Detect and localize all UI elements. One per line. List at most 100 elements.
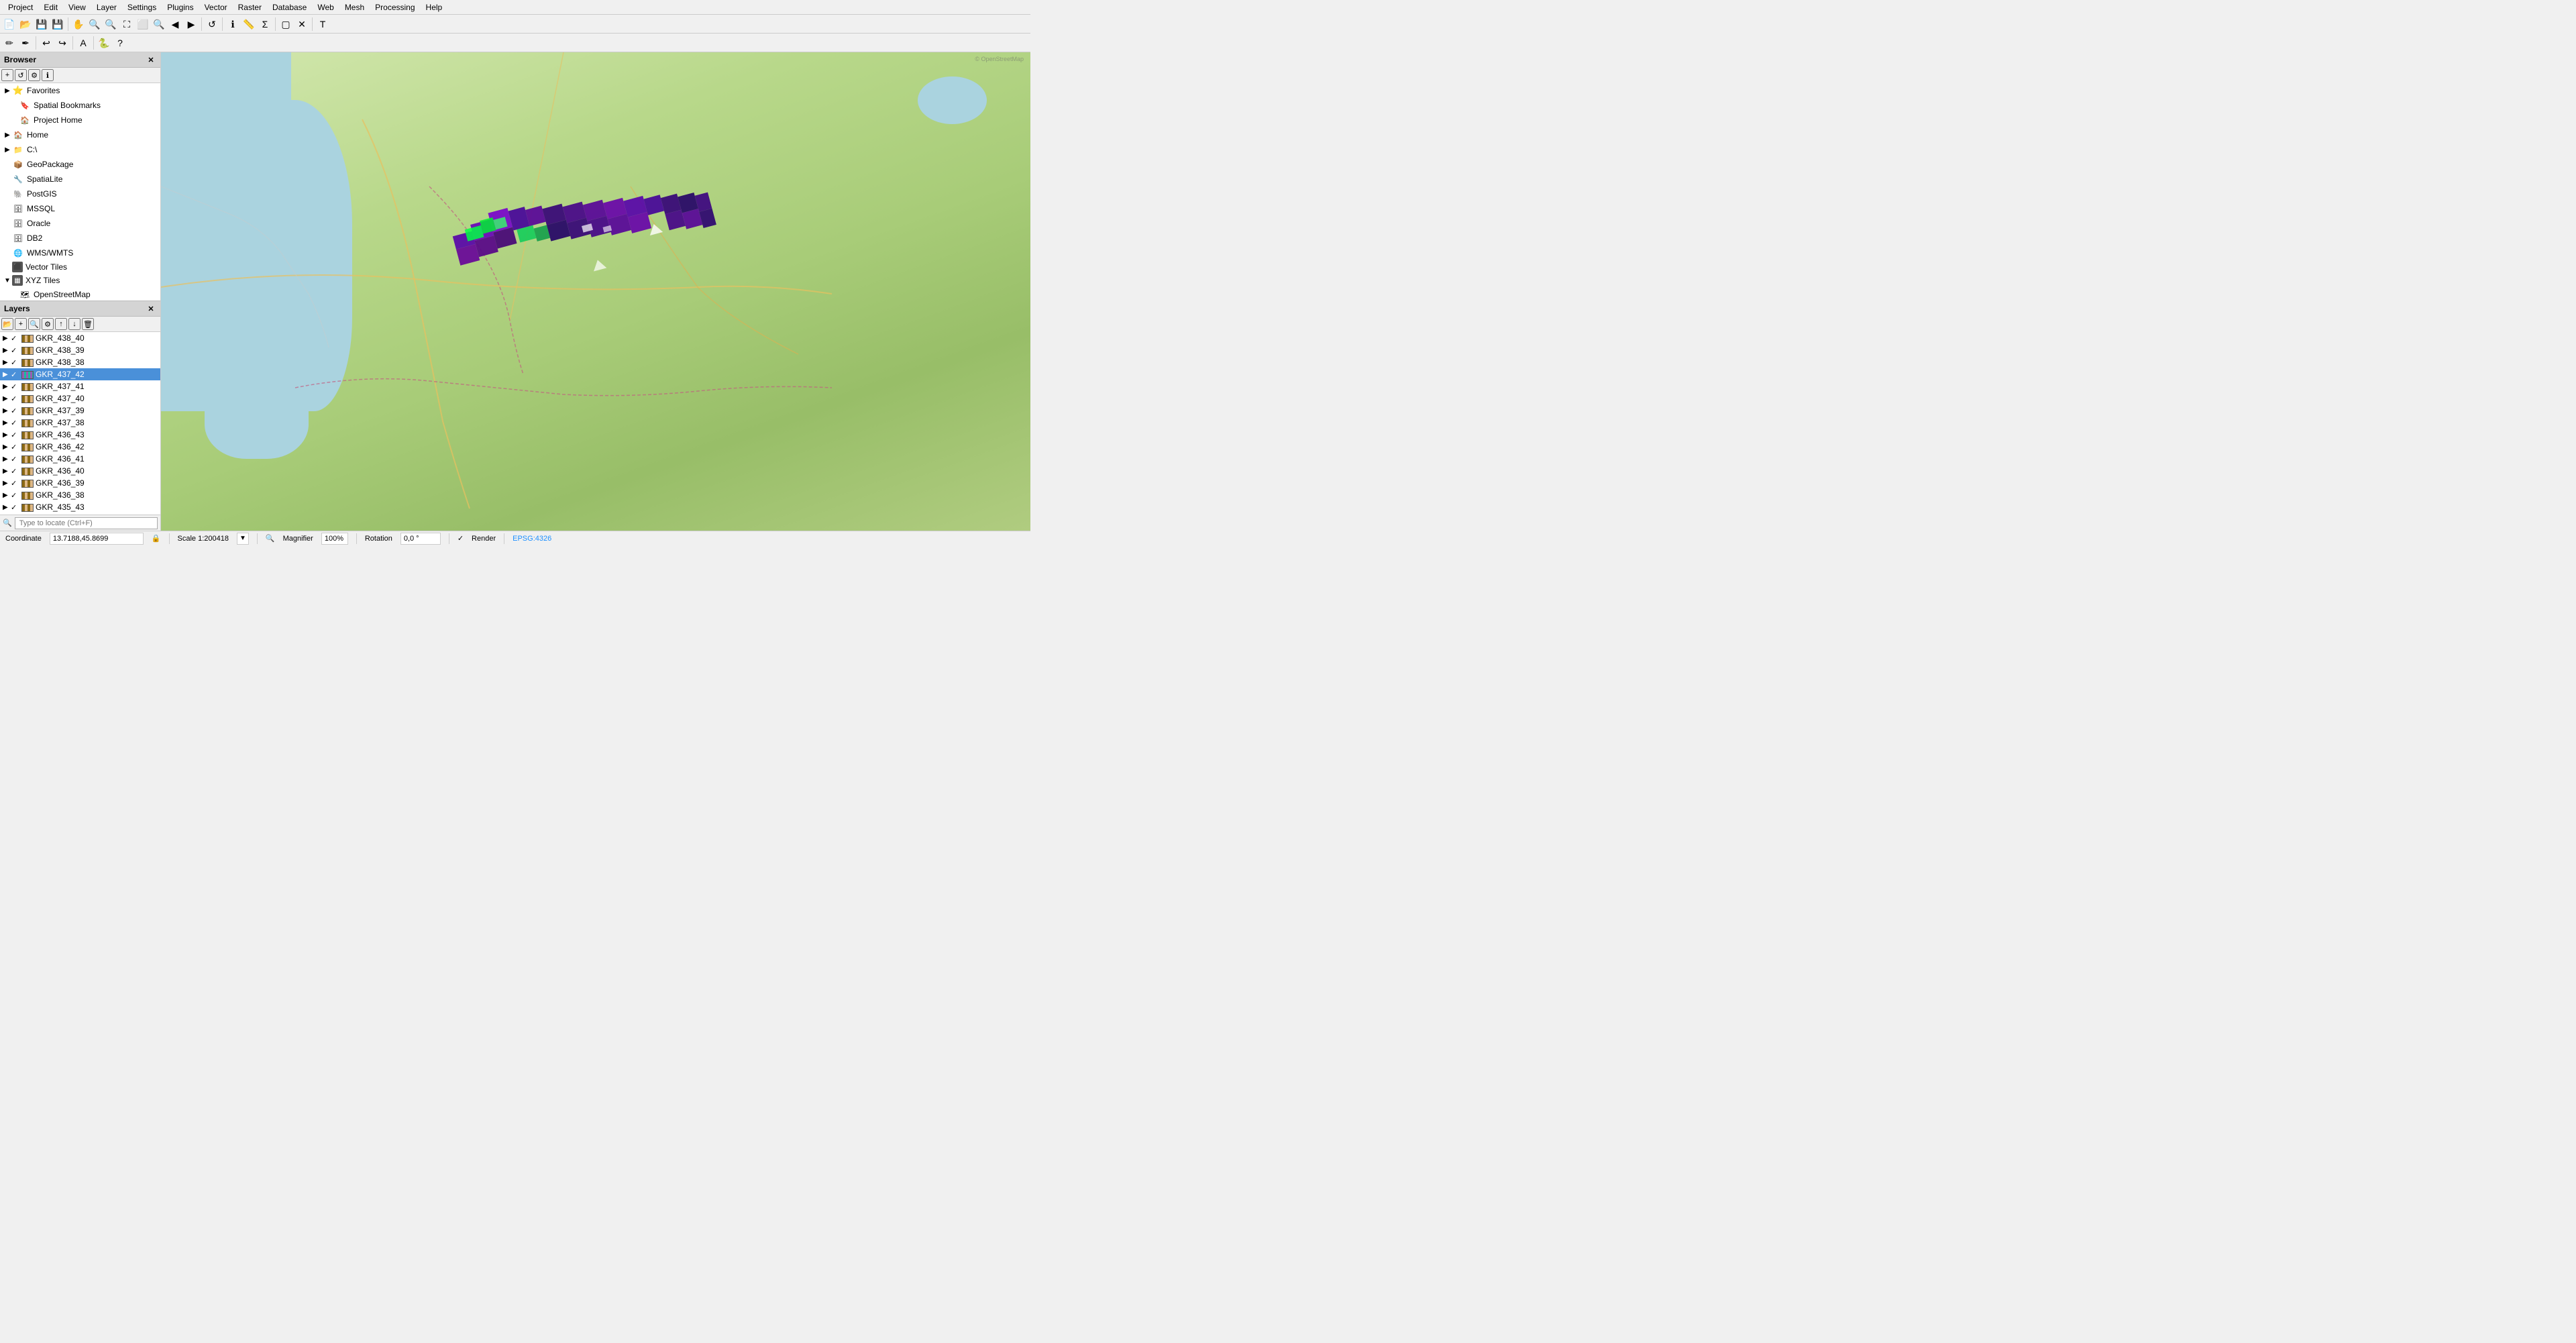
layer-item-gkr-436-41[interactable]: ▶ ✓ GKR_436_41 bbox=[0, 453, 160, 465]
layer-check-icon[interactable]: ✓ bbox=[11, 346, 21, 355]
layer-check-icon[interactable]: ✓ bbox=[11, 431, 21, 439]
label-btn[interactable]: A bbox=[76, 36, 91, 50]
tree-item-xyz-tiles[interactable]: ▼ ▦ XYZ Tiles bbox=[0, 274, 160, 287]
layer-item-gkr-436-39[interactable]: ▶ ✓ GKR_436_39 bbox=[0, 477, 160, 489]
layer-check-icon[interactable]: ✓ bbox=[11, 370, 21, 379]
zoom-layer-btn[interactable]: ⬜ bbox=[136, 17, 150, 32]
deselect-btn[interactable]: ✕ bbox=[294, 17, 309, 32]
tree-item-home[interactable]: ▶ 🏠 Home bbox=[0, 127, 160, 142]
python-btn[interactable]: 🐍 bbox=[97, 36, 111, 50]
layers-up-btn[interactable]: ↑ bbox=[55, 318, 67, 330]
tree-item-postgis[interactable]: 🐘 PostGIS bbox=[0, 186, 160, 201]
save-as-btn[interactable]: 💾 bbox=[50, 17, 65, 32]
menu-edit[interactable]: Edit bbox=[38, 1, 63, 13]
layers-down-btn[interactable]: ↓ bbox=[68, 318, 80, 330]
browser-info-btn[interactable]: ℹ bbox=[42, 69, 54, 81]
zoom-prev-btn[interactable]: ◀ bbox=[168, 17, 182, 32]
layer-item-gkr-438-40[interactable]: ▶ ✓ GKR_438_40 bbox=[0, 332, 160, 344]
layers-remove-btn[interactable]: 🗑 bbox=[82, 318, 94, 330]
identify-btn[interactable]: ℹ bbox=[225, 17, 240, 32]
open-btn[interactable]: 📂 bbox=[18, 17, 33, 32]
menu-vector[interactable]: Vector bbox=[199, 1, 233, 13]
layer-check-icon[interactable]: ✓ bbox=[11, 334, 21, 343]
browser-filter-btn[interactable]: ⚙ bbox=[28, 69, 40, 81]
layer-item-gkr-437-40[interactable]: ▶ ✓ GKR_437_40 bbox=[0, 392, 160, 405]
layers-add-btn[interactable]: + bbox=[15, 318, 27, 330]
layer-check-icon[interactable]: ✓ bbox=[11, 503, 21, 512]
menu-settings[interactable]: Settings bbox=[122, 1, 162, 13]
layers-close-icon[interactable]: ✕ bbox=[146, 303, 156, 314]
layer-item-gkr-436-40[interactable]: ▶ ✓ GKR_436_40 bbox=[0, 465, 160, 477]
layer-check-icon[interactable]: ✓ bbox=[11, 358, 21, 367]
epsg-label[interactable]: EPSG:4326 bbox=[513, 535, 551, 543]
layer-check-icon[interactable]: ✓ bbox=[11, 491, 21, 500]
menu-view[interactable]: View bbox=[63, 1, 91, 13]
menu-mesh[interactable]: Mesh bbox=[339, 1, 370, 13]
tree-item-favorites[interactable]: ▶ ⭐ Favorites bbox=[0, 83, 160, 98]
new-project-btn[interactable]: 📄 bbox=[2, 17, 17, 32]
locate-input[interactable] bbox=[15, 517, 158, 529]
redo-btn[interactable]: ↪ bbox=[55, 36, 70, 50]
menu-database[interactable]: Database bbox=[267, 1, 312, 13]
map-area[interactable]: © OpenStreetMap bbox=[161, 52, 1030, 531]
layer-item-gkr-438-38[interactable]: ▶ ✓ GKR_438_38 bbox=[0, 356, 160, 368]
layer-check-icon[interactable]: ✓ bbox=[11, 479, 21, 488]
menu-processing[interactable]: Processing bbox=[370, 1, 420, 13]
statistic-btn[interactable]: Σ bbox=[258, 17, 272, 32]
tree-item-oracle[interactable]: 🗄 Oracle bbox=[0, 216, 160, 231]
rotation-input[interactable] bbox=[400, 533, 441, 545]
tree-item-db2[interactable]: 🗄 DB2 bbox=[0, 231, 160, 246]
tree-item-c-drive[interactable]: ▶ 📁 C:\ bbox=[0, 142, 160, 157]
tree-item-spatial-bookmarks[interactable]: 🔖 Spatial Bookmarks bbox=[0, 98, 160, 113]
zoom-in-btn[interactable]: 🔍 bbox=[87, 17, 102, 32]
help-btn[interactable]: ? bbox=[113, 36, 127, 50]
menu-plugins[interactable]: Plugins bbox=[162, 1, 199, 13]
refresh-btn[interactable]: ↺ bbox=[205, 17, 219, 32]
layer-item-gkr-437-39[interactable]: ▶ ✓ GKR_437_39 bbox=[0, 405, 160, 417]
coordinate-input[interactable] bbox=[50, 533, 144, 545]
pan-btn[interactable]: ✋ bbox=[71, 17, 86, 32]
tree-item-mssql[interactable]: 🗄 MSSQL bbox=[0, 201, 160, 216]
layer-item-gkr-437-38[interactable]: ▶ ✓ GKR_437_38 bbox=[0, 417, 160, 429]
layer-item-gkr-437-41[interactable]: ▶ ✓ GKR_437_41 bbox=[0, 380, 160, 392]
zoom-selection-btn[interactable]: 🔍 bbox=[152, 17, 166, 32]
digitize-btn[interactable]: ✒ bbox=[18, 36, 33, 50]
layers-open-btn[interactable]: 📂 bbox=[1, 318, 13, 330]
edit-btn[interactable]: ✏ bbox=[2, 36, 17, 50]
save-btn[interactable]: 💾 bbox=[34, 17, 49, 32]
menu-help[interactable]: Help bbox=[421, 1, 448, 13]
layer-item-gkr-436-43[interactable]: ▶ ✓ GKR_436_43 bbox=[0, 429, 160, 441]
browser-close-icon[interactable]: ✕ bbox=[146, 54, 156, 65]
layer-item-gkr-436-38[interactable]: ▶ ✓ GKR_436_38 bbox=[0, 489, 160, 501]
menu-raster[interactable]: Raster bbox=[233, 1, 267, 13]
browser-refresh-btn[interactable]: ↺ bbox=[15, 69, 27, 81]
menu-web[interactable]: Web bbox=[312, 1, 339, 13]
tree-item-wms[interactable]: 🌐 WMS/WMTS bbox=[0, 246, 160, 260]
layer-check-icon[interactable]: ✓ bbox=[11, 382, 21, 391]
layer-item-gkr-438-39[interactable]: ▶ ✓ GKR_438_39 bbox=[0, 344, 160, 356]
tree-item-vector-tiles[interactable]: ⬛ Vector Tiles bbox=[0, 260, 160, 274]
zoom-next-btn[interactable]: ▶ bbox=[184, 17, 199, 32]
layers-filter-btn[interactable]: 🔍 bbox=[28, 318, 40, 330]
layer-item-gkr-435-43[interactable]: ▶ ✓ GKR_435_43 bbox=[0, 501, 160, 513]
tree-item-spatialite[interactable]: 🔧 SpatiaLite bbox=[0, 172, 160, 186]
layers-manage-btn[interactable]: ⚙ bbox=[42, 318, 54, 330]
layer-check-icon[interactable]: ✓ bbox=[11, 443, 21, 451]
layer-check-icon[interactable]: ✓ bbox=[11, 394, 21, 403]
tree-item-geopackage[interactable]: 📦 GeoPackage bbox=[0, 157, 160, 172]
tree-item-openstreetmap[interactable]: 🗺 OpenStreetMap bbox=[0, 287, 160, 301]
layer-item-gkr-437-42[interactable]: ▶ ✓ GKR_437_42 bbox=[0, 368, 160, 380]
zoom-full-btn[interactable]: ⛶ bbox=[119, 17, 134, 32]
zoom-out-btn[interactable]: 🔍 bbox=[103, 17, 118, 32]
tree-item-project-home[interactable]: 🏠 Project Home bbox=[0, 113, 160, 127]
text-btn[interactable]: T bbox=[315, 17, 330, 32]
select-btn[interactable]: ▢ bbox=[278, 17, 293, 32]
layer-item-gkr-436-42[interactable]: ▶ ✓ GKR_436_42 bbox=[0, 441, 160, 453]
menu-project[interactable]: Project bbox=[3, 1, 38, 13]
layer-check-icon[interactable]: ✓ bbox=[11, 419, 21, 427]
layer-check-icon[interactable]: ✓ bbox=[11, 455, 21, 464]
browser-add-btn[interactable]: + bbox=[1, 69, 13, 81]
undo-btn[interactable]: ↩ bbox=[39, 36, 54, 50]
measure-btn[interactable]: 📏 bbox=[241, 17, 256, 32]
layer-check-icon[interactable]: ✓ bbox=[11, 467, 21, 476]
